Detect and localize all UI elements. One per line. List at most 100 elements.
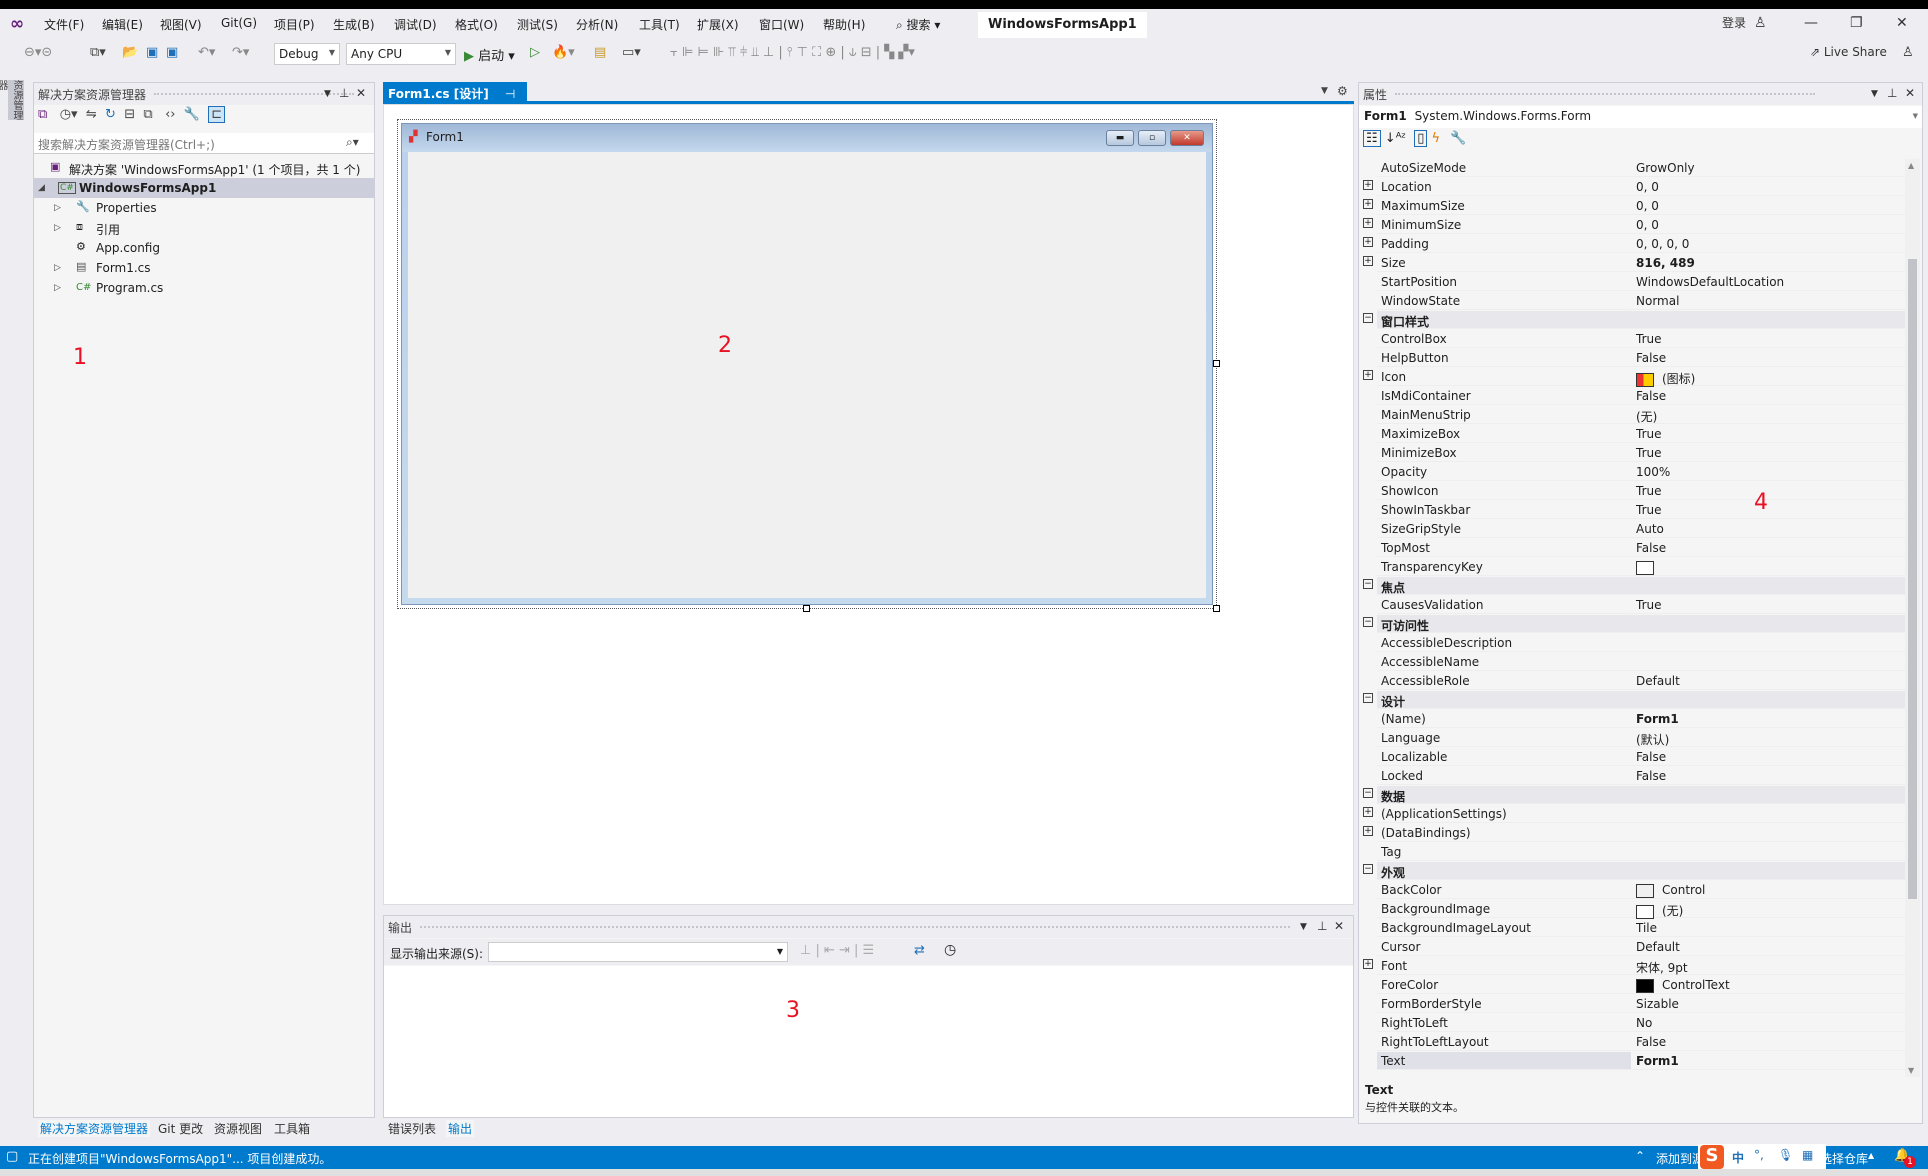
properties-view-icon[interactable]: ▯: [1414, 130, 1428, 147]
restore-button[interactable]: ❐: [1850, 15, 1863, 31]
property-row[interactable]: MainMenuStrip (无): [1359, 406, 1922, 425]
tab-solution-explorer[interactable]: 解决方案资源管理器: [38, 1120, 151, 1137]
property-value[interactable]: True: [1632, 444, 1907, 462]
property-row[interactable]: RightToLeftLayout False: [1359, 1033, 1922, 1052]
tree-item-project[interactable]: ◢ C# WindowsFormsApp1: [34, 178, 374, 198]
property-row[interactable]: RightToLeft No: [1359, 1014, 1922, 1033]
properties-wrench-icon[interactable]: 🔧: [184, 107, 200, 122]
expand-icon[interactable]: +: [1363, 256, 1373, 266]
property-row[interactable]: AccessibleName: [1359, 653, 1922, 672]
property-row[interactable]: + Icon (图标): [1359, 368, 1922, 387]
word-wrap-icon[interactable]: ⇄: [914, 943, 925, 958]
property-value[interactable]: 0, 0, 0, 0: [1632, 235, 1907, 253]
property-row[interactable]: + (ApplicationSettings): [1359, 805, 1922, 824]
expand-icon[interactable]: +: [1363, 959, 1373, 969]
dropdown-icon[interactable]: ▼: [1871, 89, 1878, 99]
property-value[interactable]: True: [1632, 501, 1907, 519]
undo-icon[interactable]: ↶▾: [198, 45, 215, 60]
tree-item-form1[interactable]: ▷ ▤ Form1.cs: [34, 258, 374, 278]
caret-up-icon[interactable]: ▲: [1868, 1151, 1874, 1160]
property-row[interactable]: Text Form1: [1359, 1052, 1922, 1071]
property-row[interactable]: BackgroundImage (无): [1359, 900, 1922, 919]
new-project-icon[interactable]: ⧉▾: [90, 45, 106, 60]
property-value[interactable]: No: [1632, 1014, 1907, 1032]
expand-icon[interactable]: +: [1363, 370, 1373, 380]
property-row[interactable]: + Font 宋体, 9pt: [1359, 957, 1922, 976]
tab-output[interactable]: 输出: [446, 1120, 475, 1137]
expand-icon[interactable]: +: [1363, 199, 1373, 209]
menu-window[interactable]: 窗口(W): [759, 16, 804, 33]
tab-git-changes[interactable]: Git 更改: [158, 1120, 203, 1137]
pin-icon[interactable]: ⊥: [339, 86, 349, 100]
property-row[interactable]: ForeColor ControlText: [1359, 976, 1922, 995]
property-row[interactable]: WindowState Normal: [1359, 292, 1922, 311]
minimize-button[interactable]: —: [1804, 15, 1818, 31]
show-all-files-icon[interactable]: ⧉: [143, 107, 152, 122]
tab-error-list[interactable]: 错误列表: [388, 1120, 436, 1137]
tab-resource-view[interactable]: 资源视图: [214, 1120, 262, 1137]
property-value[interactable]: True: [1632, 425, 1907, 443]
menu-build[interactable]: 生成(B): [333, 16, 375, 33]
property-value[interactable]: False: [1632, 767, 1907, 785]
menu-view[interactable]: 视图(V): [160, 16, 202, 33]
form-client-area[interactable]: [408, 152, 1206, 598]
close-icon[interactable]: ✕: [1905, 86, 1915, 100]
property-value[interactable]: Normal: [1632, 292, 1907, 310]
property-row[interactable]: + MinimumSize 0, 0: [1359, 216, 1922, 235]
property-value[interactable]: ControlText: [1632, 976, 1907, 994]
punctuation-icon[interactable]: °,: [1754, 1148, 1764, 1162]
property-row[interactable]: Cursor Default: [1359, 938, 1922, 957]
solution-configuration-select[interactable]: Debug ▼: [274, 43, 340, 65]
sync-icon[interactable]: ⇋: [86, 107, 97, 122]
menu-git[interactable]: Git(G): [221, 16, 257, 30]
property-value[interactable]: 0, 0: [1632, 197, 1907, 215]
property-row[interactable]: AutoSizeMode GrowOnly: [1359, 159, 1922, 178]
close-button[interactable]: ✕: [1896, 15, 1908, 31]
visual-studio-logo-icon[interactable]: ∞: [10, 14, 32, 34]
events-lightning-icon[interactable]: ϟ: [1432, 131, 1441, 146]
settings-gear-icon[interactable]: ⚙: [1337, 84, 1348, 98]
property-row[interactable]: Opacity 100%: [1359, 463, 1922, 482]
property-row[interactable]: FormBorderStyle Sizable: [1359, 995, 1922, 1014]
property-pages-wrench-icon[interactable]: 🔧: [1450, 131, 1466, 146]
find-in-files-icon[interactable]: ▤: [594, 45, 606, 60]
close-icon[interactable]: ✕: [1334, 919, 1344, 933]
back-icon[interactable]: ⊖▾⊝: [24, 45, 52, 60]
microphone-icon[interactable]: 🎙: [1778, 1148, 1793, 1162]
feedback-icon[interactable]: ♙: [1902, 45, 1914, 60]
property-category[interactable]: − 外观: [1359, 862, 1922, 881]
refresh-icon[interactable]: ↻: [105, 107, 116, 122]
collapse-icon[interactable]: −: [1363, 313, 1373, 323]
property-value[interactable]: Control: [1632, 881, 1907, 899]
property-value[interactable]: 宋体, 9pt: [1632, 957, 1907, 975]
collapse-icon[interactable]: −: [1363, 864, 1373, 874]
align-icons[interactable]: ⫟ ⊫ ⊨ ⊪ ⫪ ⫩ ⫫ ⊥ | ⫯ ⊤ ⛶ ⊕ | ⫝ ⊟ | ▚ ▞▾: [670, 45, 915, 60]
property-value[interactable]: False: [1632, 539, 1907, 557]
search-button[interactable]: ⌕ 搜索 ▾: [896, 16, 940, 33]
tree-item-app-config[interactable]: ⚙ App.config: [34, 238, 374, 258]
solution-search-input[interactable]: 搜索解决方案资源管理器(Ctrl+;) ⌕▾: [34, 133, 374, 154]
tab-toolbox[interactable]: 工具箱: [274, 1120, 310, 1137]
form-minimize-button[interactable]: ▬: [1106, 130, 1134, 146]
expand-icon[interactable]: +: [1363, 237, 1373, 247]
property-row[interactable]: (Name) Form1: [1359, 710, 1922, 729]
property-value[interactable]: 816, 489: [1632, 254, 1907, 272]
expand-icon[interactable]: +: [1363, 218, 1373, 228]
expand-arrow-icon[interactable]: ▷: [54, 283, 61, 293]
open-folder-icon[interactable]: 📂: [122, 45, 138, 60]
output-tool-icons[interactable]: ⊥ | ⇤ ⇥ | ☰: [800, 943, 874, 958]
side-tab-explorer[interactable]: 资源管理器: [0, 80, 24, 120]
live-share-button[interactable]: ⇗ Live Share: [1810, 45, 1887, 59]
scrollbar-thumb[interactable]: [1908, 259, 1917, 899]
redo-icon[interactable]: ↷▾: [232, 45, 249, 60]
menu-debug[interactable]: 调试(D): [394, 16, 437, 33]
close-icon[interactable]: ✕: [356, 86, 366, 100]
property-row[interactable]: ShowInTaskbar True: [1359, 501, 1922, 520]
property-row[interactable]: StartPosition WindowsDefaultLocation: [1359, 273, 1922, 292]
preview-selected-icon[interactable]: ⊏: [208, 106, 226, 123]
property-value[interactable]: False: [1632, 1033, 1907, 1051]
tree-item-references[interactable]: ▷ ⧈ 引用: [34, 218, 374, 238]
property-value[interactable]: Default: [1632, 672, 1907, 690]
start-without-debugging-icon[interactable]: ▷: [530, 45, 540, 60]
keyboard-icon[interactable]: ▦: [1802, 1148, 1813, 1162]
